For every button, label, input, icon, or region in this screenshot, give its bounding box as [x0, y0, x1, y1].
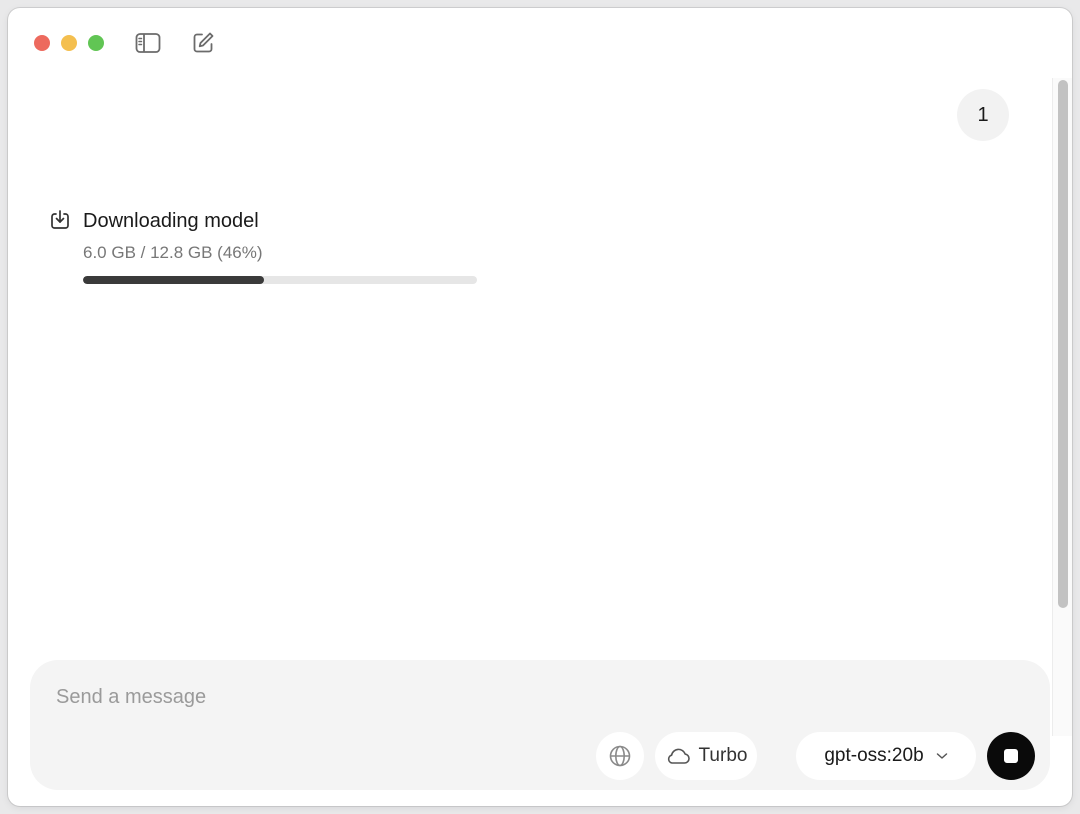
model-selector[interactable]: gpt-oss:20b	[796, 732, 976, 780]
message-composer: Turbo gpt-oss:20b	[30, 660, 1050, 790]
window-close-button[interactable]	[34, 35, 50, 51]
download-progress-bar	[83, 276, 477, 284]
turbo-label: Turbo	[698, 745, 748, 766]
chat-scrollbar-thumb[interactable]	[1058, 80, 1068, 608]
message-input[interactable]	[56, 680, 956, 714]
turbo-button[interactable]: Turbo	[655, 732, 757, 780]
sidebar-toggle-button[interactable]	[134, 29, 162, 57]
stop-icon	[1004, 749, 1018, 763]
download-progress-fill	[83, 276, 265, 284]
window-maximize-button[interactable]	[88, 35, 104, 51]
download-title: Downloading model	[83, 210, 259, 232]
app-window: 1 Downloading model 6.0 GB / 12.8 GB (46…	[8, 8, 1072, 806]
new-chat-button[interactable]	[189, 29, 217, 57]
compose-icon	[193, 32, 214, 53]
download-icon	[49, 209, 71, 231]
chat-scrollbar[interactable]	[1052, 78, 1072, 736]
chevron-down-icon	[936, 753, 947, 759]
web-search-button[interactable]	[596, 732, 644, 780]
stop-button[interactable]	[987, 732, 1035, 780]
globe-icon	[609, 745, 631, 767]
user-message-bubble: 1	[957, 89, 1009, 141]
sidebar-icon	[135, 33, 161, 53]
model-label: gpt-oss:20b	[824, 745, 924, 766]
download-progress-text: 6.0 GB / 12.8 GB (46%)	[83, 243, 263, 262]
window-minimize-button[interactable]	[61, 35, 77, 51]
cloud-icon	[667, 748, 690, 764]
